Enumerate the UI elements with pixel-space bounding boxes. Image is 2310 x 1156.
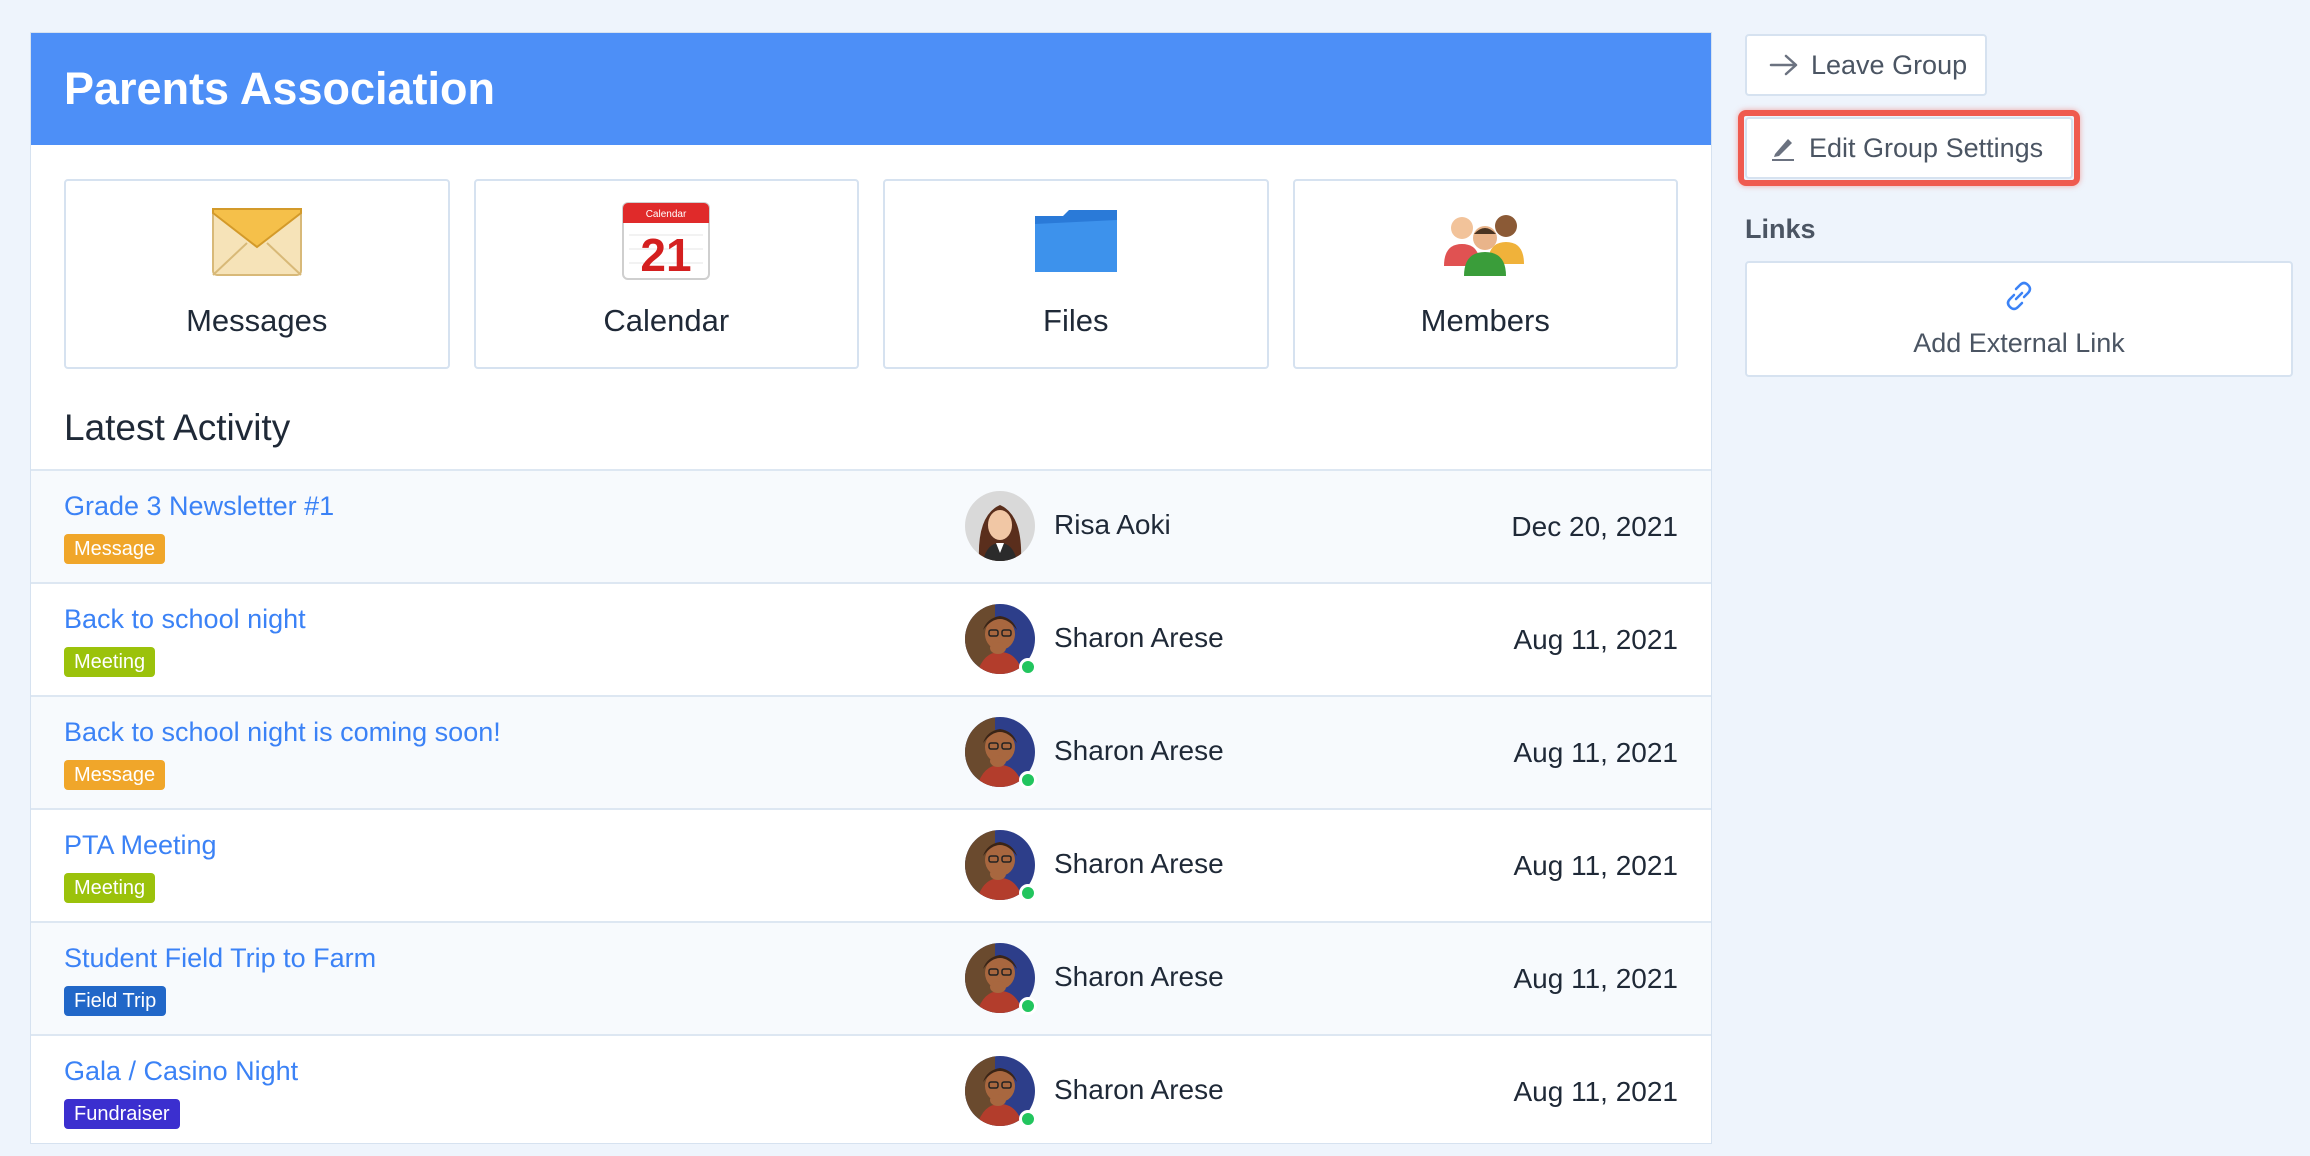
add-external-link-label: Add External Link: [1913, 328, 2125, 358]
leave-group-label: Leave Group: [1811, 49, 1968, 80]
arrow-right-icon: [1769, 53, 1799, 77]
activity-date: Aug 11, 2021: [1513, 624, 1678, 655]
tile-calendar[interactable]: Calendar 21 Calendar: [473, 179, 859, 369]
activity-type-badge: Message: [64, 534, 166, 564]
group-header: Parents Association: [31, 33, 1711, 145]
folder-icon: [1028, 193, 1124, 289]
pencil-icon: [1769, 134, 1797, 162]
tile-label: Files: [1043, 303, 1109, 338]
links-heading: Links: [1745, 214, 1816, 244]
tile-label: Calendar: [603, 303, 730, 338]
activity-type-badge: Fundraiser: [64, 1099, 180, 1129]
online-status-dot: [1019, 658, 1037, 676]
members-icon: [1437, 193, 1533, 289]
avatar[interactable]: [965, 604, 1037, 676]
activity-date: Aug 11, 2021: [1513, 737, 1678, 768]
activity-date: Dec 20, 2021: [1511, 511, 1678, 542]
edit-group-settings-button[interactable]: Edit Group Settings: [1745, 117, 2073, 179]
activity-type-badge: Field Trip: [64, 986, 167, 1016]
activity-title-link[interactable]: Student Field Trip to Farm: [64, 943, 376, 974]
activity-title-link[interactable]: PTA Meeting: [64, 830, 217, 861]
svg-text:Calendar: Calendar: [646, 209, 687, 220]
calendar-icon: Calendar 21: [618, 193, 714, 289]
activity-title-link[interactable]: Gala / Casino Night: [64, 1056, 298, 1087]
activity-row: Gala / Casino Night Fundraiser Sharon Ares…: [31, 1034, 1711, 1143]
activity-title-link[interactable]: Back to school night: [64, 604, 306, 635]
activity-type-badge: Meeting: [64, 647, 156, 677]
online-status-dot: [1019, 771, 1037, 789]
avatar[interactable]: [965, 1056, 1037, 1128]
avatar[interactable]: [965, 491, 1035, 561]
activity-row: Back to school night is coming soon! Mess…: [31, 695, 1711, 808]
latest-activity-heading: Latest Activity: [64, 407, 291, 448]
activity-author: Sharon Arese: [1054, 848, 1224, 879]
activity-date: Aug 11, 2021: [1513, 850, 1678, 881]
avatar[interactable]: [965, 943, 1037, 1015]
tile-files[interactable]: Files: [883, 179, 1269, 369]
activity-type-badge: Meeting: [64, 873, 156, 903]
edit-group-settings-label: Edit Group Settings: [1809, 132, 2044, 163]
activity-author: Risa Aoki: [1054, 509, 1171, 540]
leave-group-button[interactable]: Leave Group: [1745, 34, 1987, 96]
activity-row: Back to school night Meeting Sharon Arese A…: [31, 582, 1711, 695]
activity-author: Sharon Arese: [1054, 961, 1224, 992]
activity-list: Grade 3 Newsletter #1 Message Risa Aoki Dec…: [31, 469, 1711, 1143]
activity-type-badge: Message: [64, 760, 166, 790]
activity-date: Aug 11, 2021: [1513, 1076, 1678, 1107]
activity-author: Sharon Arese: [1054, 735, 1224, 766]
activity-row: Student Field Trip to Farm Field Trip Shar…: [31, 921, 1711, 1034]
avatar[interactable]: [965, 830, 1037, 902]
tile-label: Messages: [186, 303, 328, 338]
add-external-link-button[interactable]: Add External Link: [1745, 261, 2293, 377]
envelope-icon: [209, 193, 305, 289]
tile-messages[interactable]: Messages: [64, 179, 450, 369]
link-icon: [2002, 279, 2036, 318]
tile-members[interactable]: Members: [1292, 179, 1678, 369]
online-status-dot: [1019, 884, 1037, 902]
activity-row: Grade 3 Newsletter #1 Message Risa Aoki Dec…: [31, 469, 1711, 582]
activity-title-link[interactable]: Grade 3 Newsletter #1: [64, 491, 334, 522]
avatar[interactable]: [965, 717, 1037, 789]
online-status-dot: [1019, 1110, 1037, 1128]
activity-author: Sharon Arese: [1054, 622, 1224, 653]
activity-author: Sharon Arese: [1054, 1074, 1224, 1105]
activity-date: Aug 11, 2021: [1513, 963, 1678, 994]
group-tiles: Messages Calendar 21 Calendar Files Memb…: [64, 179, 1678, 369]
tile-label: Members: [1420, 303, 1550, 338]
activity-row: PTA Meeting Meeting Sharon Arese Aug 11, 20…: [31, 808, 1711, 921]
online-status-dot: [1019, 997, 1037, 1015]
activity-title-link[interactable]: Back to school night is coming soon!: [64, 717, 501, 748]
group-title: Parents Association: [64, 63, 495, 114]
svg-text:21: 21: [641, 229, 692, 281]
group-card: Parents Association Messages Calendar 21…: [30, 32, 1712, 1144]
